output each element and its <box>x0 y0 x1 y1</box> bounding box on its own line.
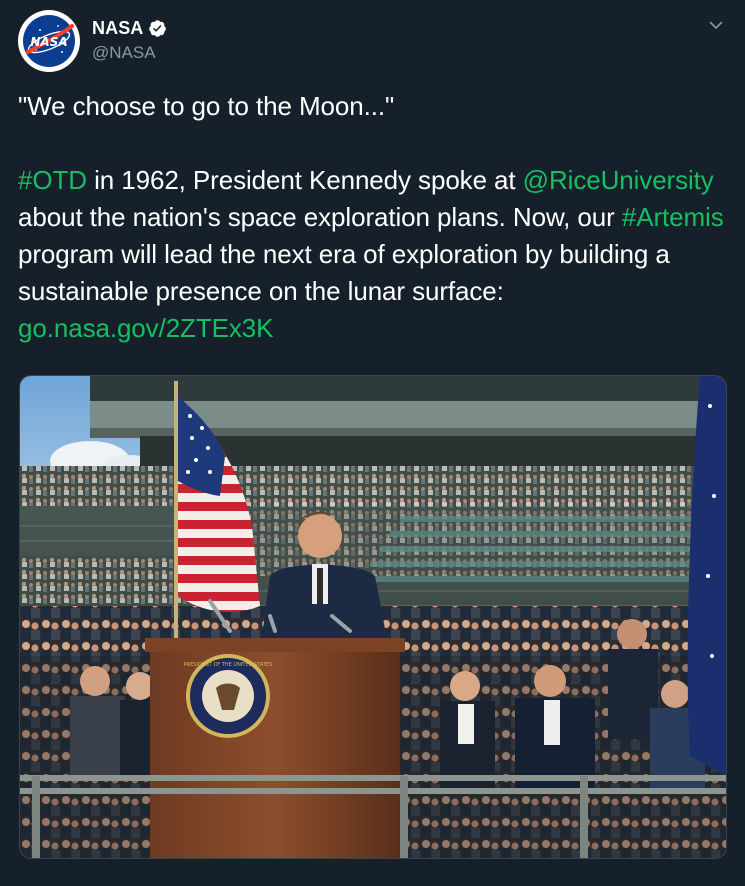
podium-seal-text: PRESIDENT OF THE UNITED STATES <box>184 662 272 668</box>
body-text-segment: about the nation's space exploration pla… <box>18 202 622 232</box>
avatar[interactable]: NASA <box>18 10 80 72</box>
nasa-logo-icon: NASA <box>23 15 75 67</box>
tweet-menu-button[interactable] <box>705 14 727 36</box>
kennedy-rice-stadium-photo: PRESIDENT OF THE UNITED STATES <box>20 376 726 858</box>
tweet-text: "We choose to go to the Moon..." #OTD in… <box>18 88 730 347</box>
account-handle[interactable]: @NASA <box>92 43 167 63</box>
hashtag-artemis-link[interactable]: #Artemis <box>622 202 724 232</box>
tweet-body-paragraph: #OTD in 1962, President Kennedy spoke at… <box>18 162 730 347</box>
display-name-row: NASA <box>92 16 167 40</box>
tweet-photo[interactable]: PRESIDENT OF THE UNITED STATES <box>19 375 727 859</box>
verified-badge-icon <box>149 19 167 37</box>
display-name[interactable]: NASA <box>92 18 143 39</box>
mention-rice-university-link[interactable]: @RiceUniversity <box>523 165 714 195</box>
chevron-down-icon <box>709 21 723 29</box>
tweet-header: NASA NASA @NASA <box>18 10 727 74</box>
external-url-link[interactable]: go.nasa.gov/2ZTEx3K <box>18 313 273 343</box>
tweet-card: NASA NASA @NASA "We choose to go to the … <box>0 0 745 886</box>
body-text-segment: in 1962, President Kennedy spoke at <box>86 165 523 195</box>
account-names: NASA @NASA <box>92 16 167 63</box>
body-text-segment: program will lead the next era of explor… <box>18 239 670 306</box>
tweet-quote-line: "We choose to go to the Moon..." <box>18 91 395 121</box>
hashtag-otd-link[interactable]: #OTD <box>18 165 87 195</box>
svg-text:NASA: NASA <box>30 35 67 49</box>
